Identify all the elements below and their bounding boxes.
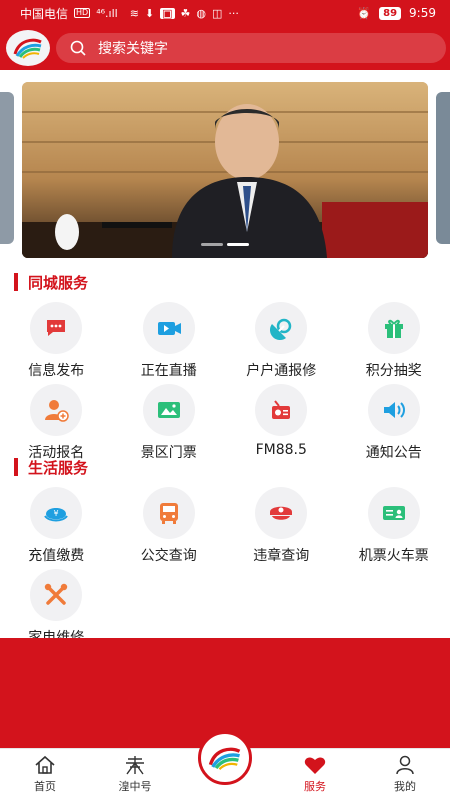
nav-huangzhong[interactable]: 湟中号 [90, 749, 180, 800]
satellite-repair-icon [255, 302, 308, 354]
top-header: 中国电信 HD ⁴⁶.ıll ≋ ⬇ ▣ ☘ ◍ ◫ ··· ⏰ 89 9:59 [0, 0, 450, 70]
section-life-services: 生活服务 [14, 457, 88, 477]
service-label: 通知公告 [365, 445, 422, 461]
service-label: 积分抽奖 [365, 363, 422, 379]
service-label: 信息发布 [28, 363, 85, 379]
carrier-label: 中国电信 [20, 6, 69, 21]
service-scenic-tickets[interactable]: 景区门票 [113, 382, 226, 464]
nav-home[interactable]: 首页 [0, 749, 90, 800]
tools-icon [30, 569, 83, 621]
clock: 9:59 [409, 6, 436, 20]
service-appliance-repair[interactable]: 家电维修 [0, 567, 113, 649]
bottom-nav: 首页 湟中号 服务 我的 [0, 731, 450, 800]
service-label: 机票火车票 [358, 548, 429, 564]
app-logo-icon[interactable] [198, 731, 252, 785]
alarm-icon: ⏰ [357, 6, 372, 20]
carousel-dot[interactable] [201, 243, 223, 246]
app-logo[interactable] [6, 30, 50, 66]
speaker-icon [367, 384, 420, 436]
home-icon [35, 755, 55, 774]
nav-profile[interactable]: 我的 [360, 749, 450, 800]
user-add-icon [30, 384, 83, 436]
gift-icon [367, 302, 420, 354]
section-marker [14, 273, 18, 291]
service-satellite-repair[interactable]: 户户通报修 [225, 300, 338, 382]
section-city-services: 同城服务 [14, 272, 88, 292]
service-label: 景区门票 [140, 445, 197, 461]
nav-label: 服务 [304, 780, 326, 793]
section-title: 同城服务 [28, 273, 89, 292]
live-video-icon [142, 302, 195, 354]
service-recharge[interactable]: ¥ 充值缴费 [0, 485, 113, 567]
banner-slide[interactable] [22, 82, 428, 258]
download-icon: ⬇ [144, 6, 155, 20]
nav-label: 首页 [34, 780, 56, 793]
service-fm-radio[interactable]: FM88.5 [225, 382, 338, 464]
bus-icon [142, 487, 195, 539]
service-bus-query[interactable]: 公交查询 [113, 485, 226, 567]
banner-photo [22, 82, 428, 258]
carousel-prev-slide[interactable] [0, 92, 14, 244]
banner-carousel[interactable] [0, 82, 450, 258]
service-info-publish[interactable]: 信息发布 [0, 300, 113, 382]
service-points-lottery[interactable]: 积分抽奖 [338, 300, 450, 382]
service-label: 充值缴费 [28, 548, 85, 564]
app-icon: ☘ [180, 6, 191, 20]
nav-center[interactable] [180, 731, 270, 800]
wifi-icon: ≋ [129, 6, 139, 20]
service-label: 正在直播 [140, 363, 197, 379]
status-bar: 中国电信 HD ⁴⁶.ıll ≋ ⬇ ▣ ☘ ◍ ◫ ··· ⏰ 89 9:59 [0, 0, 450, 26]
payment-icon: ¥ [30, 487, 83, 539]
service-label: 公交查询 [140, 548, 197, 564]
mail-icon: ◫ [212, 6, 223, 20]
service-label: 违章查询 [253, 548, 310, 564]
hd-badge: HD [74, 8, 91, 18]
nav-services[interactable]: 服务 [270, 749, 360, 800]
signal-icon: ⁴⁶.ıll [96, 6, 118, 20]
service-notices[interactable]: 通知公告 [338, 382, 450, 464]
service-flight-train-tickets[interactable]: 机票火车票 [338, 485, 450, 567]
browser-icon: ◍ [196, 6, 207, 20]
battery-indicator: 89 [379, 6, 402, 20]
notification-icon: ▣ [160, 6, 175, 20]
nav-label: 我的 [394, 780, 416, 793]
carousel-indicator [201, 243, 249, 246]
carousel-dot-active[interactable] [227, 243, 249, 246]
heart-icon [304, 757, 326, 774]
section-title: 生活服务 [28, 458, 89, 477]
search-icon [70, 40, 86, 56]
app-logo-icon [6, 30, 50, 66]
radio-icon [255, 384, 308, 436]
service-label: FM88.5 [255, 442, 307, 458]
id-card-icon [367, 487, 420, 539]
message-icon [30, 302, 83, 354]
service-label: 户户通报修 [246, 363, 317, 379]
service-event-signup[interactable]: 活动报名 [0, 382, 113, 464]
city-services-grid: 信息发布 正在直播 户户通报修 积分抽奖 活动报名 景区门票 FM88.5 通知… [0, 300, 450, 464]
service-violation-query[interactable]: 违章查询 [225, 485, 338, 567]
more-icon: ··· [228, 6, 239, 20]
ticket-icon [142, 384, 195, 436]
nav-label: 湟中号 [118, 780, 152, 793]
svg-text:¥: ¥ [54, 509, 59, 518]
service-live[interactable]: 正在直播 [113, 300, 226, 382]
police-cap-icon [255, 487, 308, 539]
search-input[interactable] [98, 40, 378, 56]
user-icon [396, 755, 414, 775]
tower-icon [126, 756, 144, 775]
life-services-grid: ¥ 充值缴费 公交查询 违章查询 机票火车票 家电维修 [0, 485, 450, 649]
search-bar[interactable] [56, 33, 446, 63]
carousel-next-slide[interactable] [436, 92, 450, 244]
section-marker [14, 458, 18, 476]
